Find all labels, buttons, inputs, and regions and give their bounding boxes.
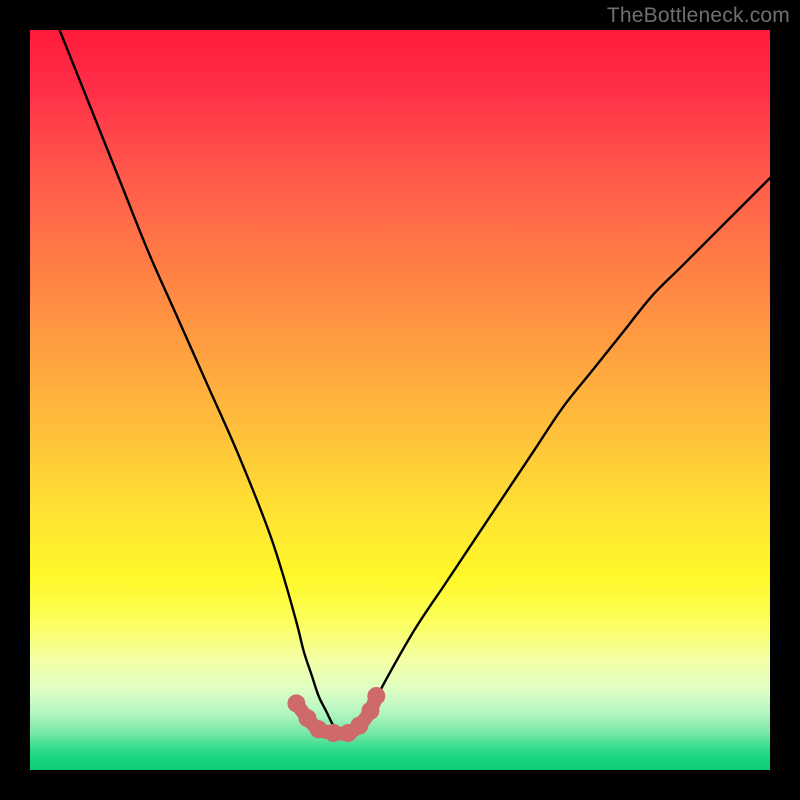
bottleneck-curve — [60, 30, 770, 734]
optimal-zone-dot — [287, 694, 305, 712]
chart-svg — [30, 30, 770, 770]
plot-area — [30, 30, 770, 770]
optimal-zone-dot — [350, 717, 368, 735]
optimal-zone-dot — [367, 687, 385, 705]
chart-frame: TheBottleneck.com — [0, 0, 800, 800]
watermark-text: TheBottleneck.com — [607, 4, 790, 28]
bottleneck-curve-path — [60, 30, 770, 734]
optimal-zone-markers — [287, 687, 385, 742]
